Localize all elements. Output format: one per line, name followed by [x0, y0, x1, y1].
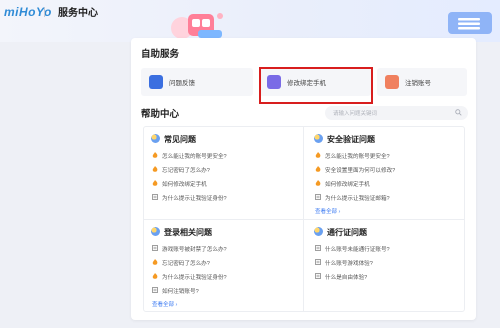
document-icon	[152, 194, 158, 200]
question-link[interactable]: 如何修改绑定手机	[325, 180, 370, 188]
fire-icon	[152, 166, 158, 172]
question-link[interactable]: 游戏账号被封禁了怎么办?	[162, 245, 227, 253]
grid-divider-horizontal	[143, 219, 465, 220]
document-icon	[315, 273, 321, 279]
fire-icon	[315, 152, 321, 158]
security-group-title: 安全验证问题	[327, 135, 375, 144]
fire-icon	[152, 180, 158, 186]
header-divider	[44, 7, 45, 17]
fire-icon	[152, 152, 158, 158]
document-icon	[315, 245, 321, 251]
faq-group-title: 常见问题	[164, 135, 196, 144]
faq-group-icon	[151, 134, 160, 143]
security-group-icon	[314, 134, 323, 143]
view-all-link[interactable]: 查看全部 ›	[152, 300, 177, 308]
search-icon[interactable]	[455, 109, 462, 116]
chat-bubble-icon	[149, 75, 163, 89]
document-icon	[152, 245, 158, 251]
highlight-box	[259, 67, 373, 104]
passport-group-title: 通行证问题	[327, 228, 367, 237]
top-header: miHoYo 服务中心	[0, 0, 500, 42]
service-feedback-label: 问题反馈	[169, 80, 195, 87]
document-icon	[152, 287, 158, 293]
login-group-icon	[151, 227, 160, 236]
question-link[interactable]: 什么账号未能通行证账号?	[325, 245, 390, 253]
help-center-title: 帮助中心	[141, 109, 180, 120]
question-link[interactable]: 什么账号游戏体验?	[325, 259, 373, 267]
mascot-banner-illustration	[171, 13, 223, 39]
service-card: 自助服务 问题反馈 修改绑定手机 注销账号 帮助中心 请输入问题关键词 常见问题…	[131, 38, 476, 320]
question-link[interactable]: 忘记密码了怎么办?	[162, 166, 210, 174]
self-service-title: 自助服务	[141, 49, 180, 60]
question-link[interactable]: 安全设置里面为何可以修改?	[325, 166, 395, 174]
menu-banner-illustration	[448, 12, 492, 34]
service-feedback-button[interactable]: 问题反馈	[141, 68, 253, 96]
question-link[interactable]: 为什么提示让我验证邮箱?	[325, 194, 390, 202]
help-search-input[interactable]: 请输入问题关键词	[325, 106, 468, 120]
account-cancel-icon	[385, 75, 399, 89]
page-title: 服务中心	[58, 8, 98, 19]
fire-icon	[315, 166, 321, 172]
document-icon	[315, 194, 321, 200]
search-placeholder: 请输入问题关键词	[333, 111, 378, 117]
question-link[interactable]: 忘记密码了怎么办?	[162, 259, 210, 267]
fire-icon	[152, 273, 158, 279]
question-link[interactable]: 为什么提示让我验证身份?	[162, 194, 227, 202]
question-link[interactable]: 为什么提示让我验证身份?	[162, 273, 227, 281]
service-cancel-account-label: 注销账号	[405, 80, 431, 87]
fire-icon	[315, 180, 321, 186]
view-all-link[interactable]: 查看全部 ›	[315, 207, 340, 215]
question-link[interactable]: 什么是自由体验?	[325, 273, 367, 281]
service-cancel-account-button[interactable]: 注销账号	[377, 68, 467, 96]
question-link[interactable]: 如何注销账号?	[162, 287, 199, 295]
question-link[interactable]: 怎么能让我的账号更安全?	[162, 152, 227, 160]
passport-group-icon	[314, 227, 323, 236]
question-link[interactable]: 如何修改绑定手机	[162, 180, 207, 188]
fire-icon	[152, 259, 158, 265]
document-icon	[315, 259, 321, 265]
question-link[interactable]: 怎么能让我的账号更安全?	[325, 152, 390, 160]
login-group-title: 登录相关问题	[164, 228, 212, 237]
